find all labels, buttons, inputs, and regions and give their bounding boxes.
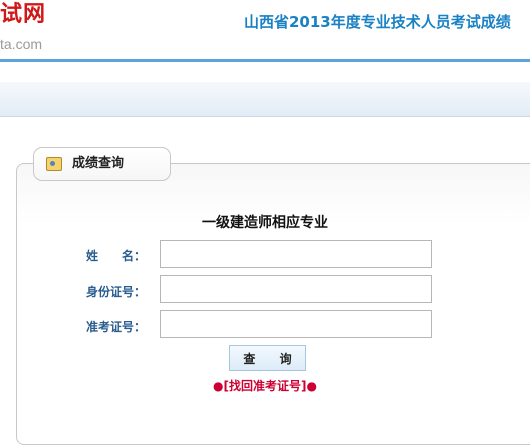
- retrieve-admission-number: ●[找回准考证号]●: [0, 378, 530, 394]
- bullet-left: ●: [213, 379, 224, 393]
- name-input[interactable]: [160, 240, 432, 268]
- admission-number-input[interactable]: [160, 310, 432, 338]
- score-query-panel: [16, 163, 530, 445]
- site-logo-domain: ta.com: [0, 36, 43, 52]
- query-button[interactable]: 查 询: [229, 345, 306, 371]
- id-number-label: 身份证号：: [86, 285, 147, 299]
- site-logo[interactable]: 试网: [0, 2, 46, 28]
- panel-tab-score-query: 成绩查询: [33, 147, 171, 181]
- retrieve-admission-number-link[interactable]: [找回准考证号]: [224, 379, 307, 393]
- page-title: 山西省2013年度专业技术人员考试成绩: [244, 13, 511, 31]
- panel-tab-label: 成绩查询: [72, 156, 125, 171]
- form-title: 一级建造师相应专业: [202, 215, 328, 231]
- id-card-icon: [46, 157, 62, 171]
- name-label: 姓 名：: [86, 249, 147, 263]
- admission-number-label: 准考证号：: [86, 320, 147, 334]
- header-divider: [0, 59, 530, 62]
- nav-bar: [0, 82, 530, 117]
- page-header: 试网 ta.com 山西省2013年度专业技术人员考试成绩: [0, 0, 530, 62]
- id-number-input[interactable]: [160, 275, 432, 303]
- bullet-right: ●: [306, 379, 317, 393]
